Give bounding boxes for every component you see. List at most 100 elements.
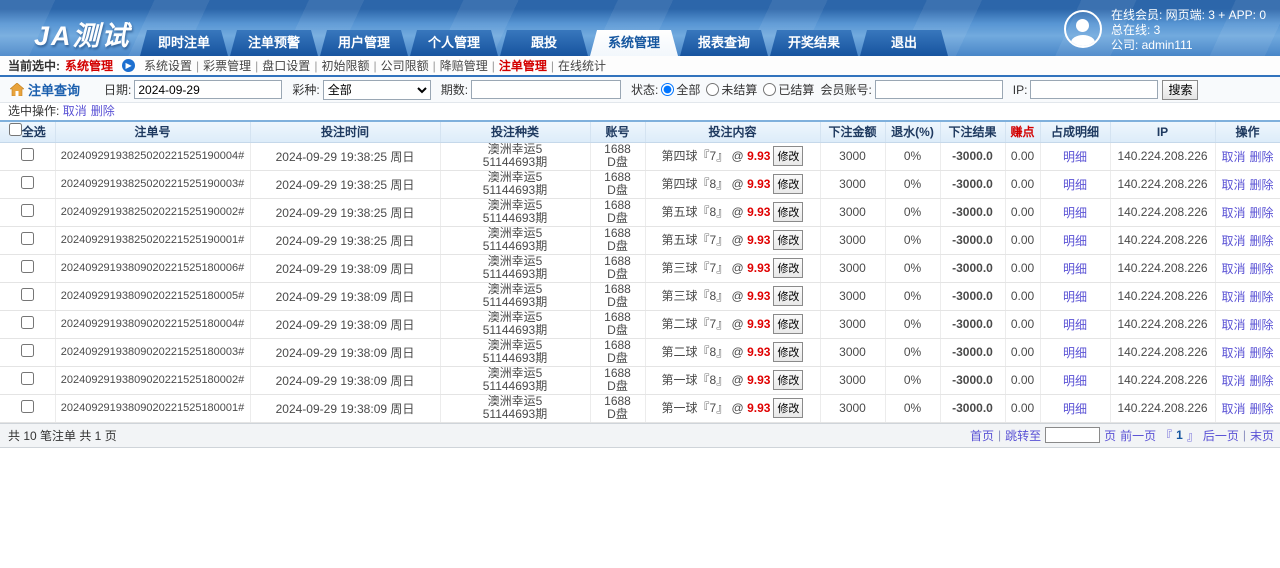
submenu-link[interactable]: 盘口设置 bbox=[262, 59, 310, 73]
delete-order-link[interactable]: 删除 bbox=[1250, 262, 1274, 276]
detail-link[interactable]: 明细 bbox=[1063, 262, 1087, 276]
account-cell: 1688D盘 bbox=[590, 310, 645, 338]
next-page-link[interactable]: 后一页 bbox=[1203, 427, 1239, 444]
modify-button[interactable]: 修改 bbox=[773, 258, 803, 278]
bulk-actions-bar: 选中操作: 取消删除 bbox=[0, 103, 1280, 120]
modify-button[interactable]: 修改 bbox=[773, 230, 803, 250]
delete-order-link[interactable]: 删除 bbox=[1250, 234, 1274, 248]
first-page-link[interactable]: 首页 bbox=[970, 427, 994, 444]
cancel-order-link[interactable]: 取消 bbox=[1221, 346, 1245, 360]
submenu-link[interactable]: 注单管理 bbox=[499, 59, 547, 73]
delete-order-link[interactable]: 删除 bbox=[1250, 374, 1274, 388]
operations-cell: 取消删除 bbox=[1215, 338, 1280, 366]
nav-tab[interactable]: 报表查询 bbox=[680, 30, 768, 56]
row-checkbox[interactable] bbox=[21, 400, 34, 413]
row-checkbox[interactable] bbox=[21, 344, 34, 357]
column-header: 投注种类 bbox=[440, 121, 590, 142]
row-checkbox[interactable] bbox=[21, 204, 34, 217]
cancel-order-link[interactable]: 取消 bbox=[1221, 374, 1245, 388]
bet-type-period: 51144693期 bbox=[441, 296, 590, 309]
delete-order-link[interactable]: 删除 bbox=[1250, 402, 1274, 416]
submenu-link[interactable]: 系统设置 bbox=[144, 59, 192, 73]
bulk-cancel-link[interactable]: 取消 bbox=[63, 104, 87, 118]
detail-link[interactable]: 明细 bbox=[1063, 178, 1087, 192]
account-plate: D盘 bbox=[591, 380, 645, 393]
submenu-bar: 当前选中: 系统管理 ▶ 系统设置|彩票管理|盘口设置|初始限额|公司限额|降赔… bbox=[0, 56, 1280, 77]
lottery-select[interactable]: 全部 bbox=[323, 80, 431, 100]
date-input[interactable] bbox=[134, 80, 282, 99]
cancel-order-link[interactable]: 取消 bbox=[1221, 234, 1245, 248]
status-radio[interactable] bbox=[763, 83, 776, 96]
nav-tab[interactable]: 系统管理 bbox=[590, 30, 678, 56]
modify-button[interactable]: 修改 bbox=[773, 146, 803, 166]
cancel-order-link[interactable]: 取消 bbox=[1221, 318, 1245, 332]
delete-order-link[interactable]: 删除 bbox=[1250, 150, 1274, 164]
submenu-link[interactable]: 公司限额 bbox=[381, 59, 429, 73]
bet-amount-cell: 3000 bbox=[820, 170, 885, 198]
modify-button[interactable]: 修改 bbox=[773, 398, 803, 418]
nav-tab[interactable]: 即时注单 bbox=[140, 30, 228, 56]
ip-cell: 140.224.208.226 bbox=[1110, 170, 1215, 198]
delete-order-link[interactable]: 删除 bbox=[1250, 178, 1274, 192]
row-checkbox[interactable] bbox=[21, 148, 34, 161]
prev-page-link[interactable]: 前一页 bbox=[1120, 427, 1156, 444]
row-checkbox[interactable] bbox=[21, 260, 34, 273]
status-radio[interactable] bbox=[661, 83, 674, 96]
modify-button[interactable]: 修改 bbox=[773, 370, 803, 390]
modify-button[interactable]: 修改 bbox=[773, 314, 803, 334]
modify-button[interactable]: 修改 bbox=[773, 174, 803, 194]
detail-link[interactable]: 明细 bbox=[1063, 374, 1087, 388]
account-input[interactable] bbox=[875, 80, 1003, 99]
detail-link[interactable]: 明细 bbox=[1063, 346, 1087, 360]
cancel-order-link[interactable]: 取消 bbox=[1221, 150, 1245, 164]
cancel-order-link[interactable]: 取消 bbox=[1221, 290, 1245, 304]
detail-link[interactable]: 明细 bbox=[1063, 150, 1087, 164]
ip-input[interactable] bbox=[1030, 80, 1158, 99]
status-radio[interactable] bbox=[706, 83, 719, 96]
nav-tab[interactable]: 个人管理 bbox=[410, 30, 498, 56]
nav-tab[interactable]: 跟投 bbox=[500, 30, 588, 56]
modify-button[interactable]: 修改 bbox=[773, 286, 803, 306]
detail-link[interactable]: 明细 bbox=[1063, 290, 1087, 304]
delete-order-link[interactable]: 删除 bbox=[1250, 206, 1274, 220]
delete-order-link[interactable]: 删除 bbox=[1250, 346, 1274, 360]
row-checkbox[interactable] bbox=[21, 176, 34, 189]
order-number-cell: 20240929193809020221525180002# bbox=[55, 366, 250, 394]
nav-tab[interactable]: 开奖结果 bbox=[770, 30, 858, 56]
status-radio-option[interactable]: 未结算 bbox=[706, 81, 757, 98]
cancel-order-link[interactable]: 取消 bbox=[1221, 178, 1245, 192]
detail-link[interactable]: 明细 bbox=[1063, 318, 1087, 332]
page-jump-input[interactable] bbox=[1045, 427, 1100, 443]
cancel-order-link[interactable]: 取消 bbox=[1221, 206, 1245, 220]
bet-content-text: 第三球『8』 @ bbox=[662, 289, 748, 303]
detail-link[interactable]: 明细 bbox=[1063, 206, 1087, 220]
detail-link[interactable]: 明细 bbox=[1063, 402, 1087, 416]
submenu-link[interactable]: 初始限额 bbox=[321, 59, 369, 73]
search-button[interactable]: 搜索 bbox=[1162, 80, 1198, 100]
status-radio-option[interactable]: 全部 bbox=[661, 81, 700, 98]
bet-type-period: 51144693期 bbox=[441, 380, 590, 393]
cancel-order-link[interactable]: 取消 bbox=[1221, 262, 1245, 276]
modify-button[interactable]: 修改 bbox=[773, 342, 803, 362]
select-all-checkbox[interactable] bbox=[9, 123, 22, 136]
row-checkbox[interactable] bbox=[21, 316, 34, 329]
submenu-link[interactable]: 彩票管理 bbox=[203, 59, 251, 73]
modify-button[interactable]: 修改 bbox=[773, 202, 803, 222]
delete-order-link[interactable]: 删除 bbox=[1250, 290, 1274, 304]
row-checkbox[interactable] bbox=[21, 372, 34, 385]
row-checkbox[interactable] bbox=[21, 232, 34, 245]
bulk-delete-link[interactable]: 删除 bbox=[91, 104, 115, 118]
period-input[interactable] bbox=[471, 80, 621, 99]
bet-time-cell: 2024-09-29 19:38:25 周日 bbox=[250, 226, 440, 254]
nav-tab[interactable]: 注单预警 bbox=[230, 30, 318, 56]
status-radio-option[interactable]: 已结算 bbox=[763, 81, 814, 98]
submenu-link[interactable]: 在线统计 bbox=[558, 59, 606, 73]
cancel-order-link[interactable]: 取消 bbox=[1221, 402, 1245, 416]
detail-link[interactable]: 明细 bbox=[1063, 234, 1087, 248]
submenu-link[interactable]: 降赔管理 bbox=[440, 59, 488, 73]
delete-order-link[interactable]: 删除 bbox=[1250, 318, 1274, 332]
nav-tab[interactable]: 用户管理 bbox=[320, 30, 408, 56]
last-page-link[interactable]: 末页 bbox=[1250, 427, 1274, 444]
row-checkbox[interactable] bbox=[21, 288, 34, 301]
nav-tab[interactable]: 退出 bbox=[860, 30, 948, 56]
